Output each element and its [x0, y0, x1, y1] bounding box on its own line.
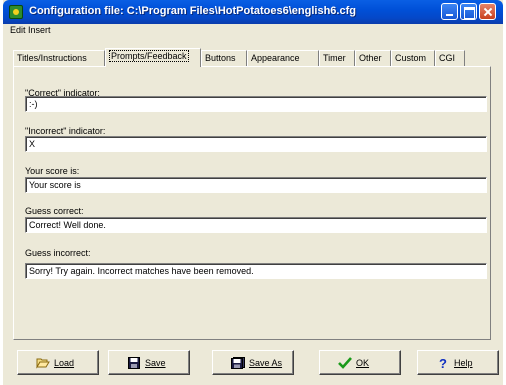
- tab-label: Buttons: [205, 53, 236, 63]
- title-bar[interactable]: Configuration file: C:\Program Files\Hot…: [3, 0, 503, 24]
- correct-indicator-input[interactable]: :-): [25, 96, 487, 112]
- incorrect-indicator-label: "Incorrect" indicator:: [25, 126, 106, 136]
- guess-correct-input[interactable]: Correct! Well done.: [25, 217, 487, 233]
- tab-label: Titles/Instructions: [17, 53, 87, 63]
- floppy-disk-icon: [128, 357, 140, 369]
- guess-correct-label: Guess correct:: [25, 206, 84, 216]
- minimize-button[interactable]: [441, 3, 458, 20]
- svg-text:?: ?: [439, 357, 447, 369]
- app-icon: [9, 5, 23, 19]
- tab-appearance[interactable]: Appearance: [247, 50, 319, 66]
- question-mark-icon: ?: [439, 357, 447, 369]
- incorrect-indicator-input[interactable]: X: [25, 136, 487, 152]
- save-button-label: Save: [145, 358, 166, 368]
- config-dialog: Configuration file: C:\Program Files\Hot…: [3, 0, 503, 385]
- tab-custom[interactable]: Custom: [391, 50, 435, 66]
- tab-strip: Titles/Instructions Prompts/Feedback But…: [13, 48, 503, 67]
- window-title: Configuration file: C:\Program Files\Hot…: [29, 5, 356, 17]
- load-button-label: Load: [54, 358, 75, 368]
- tab-timer[interactable]: Timer: [319, 50, 355, 66]
- guess-incorrect-label: Guess incorrect:: [25, 248, 91, 258]
- menu-edit[interactable]: Edit: [10, 25, 26, 35]
- maximize-button[interactable]: [460, 3, 477, 20]
- load-button[interactable]: Load: [17, 350, 99, 375]
- tab-other[interactable]: Other: [355, 50, 391, 66]
- save-as-button-label: Save As: [249, 358, 283, 368]
- help-button[interactable]: ? Help: [417, 350, 499, 375]
- ok-button-label: OK: [356, 358, 370, 368]
- tab-titles-instructions[interactable]: Titles/Instructions: [13, 50, 105, 66]
- ok-button[interactable]: OK: [319, 350, 401, 375]
- close-button[interactable]: [479, 3, 496, 20]
- menu-bar: Edit Insert: [3, 24, 503, 38]
- checkmark-icon: [338, 357, 352, 369]
- folder-open-icon: [36, 358, 50, 369]
- save-button[interactable]: Save: [108, 350, 190, 375]
- save-as-button[interactable]: Save As: [212, 350, 294, 375]
- tab-label: Prompts/Feedback: [109, 50, 189, 62]
- tab-label: Custom: [395, 53, 427, 63]
- tab-buttons[interactable]: Buttons: [201, 50, 247, 66]
- tab-label: Appearance: [251, 53, 300, 63]
- floppy-disk-stack-icon: [231, 357, 245, 369]
- tab-cgi[interactable]: CGI: [435, 50, 465, 66]
- your-score-label: Your score is:: [25, 166, 80, 176]
- guess-incorrect-input[interactable]: Sorry! Try again. Incorrect matches have…: [25, 263, 487, 279]
- help-button-label: Help: [454, 358, 473, 368]
- your-score-input[interactable]: Your score is: [25, 177, 487, 193]
- tab-prompts-feedback[interactable]: Prompts/Feedback: [105, 48, 201, 67]
- menu-insert[interactable]: Insert: [28, 25, 51, 35]
- tab-label: CGI: [439, 53, 456, 63]
- tab-label: Other: [359, 53, 382, 63]
- tab-label: Timer: [323, 53, 346, 63]
